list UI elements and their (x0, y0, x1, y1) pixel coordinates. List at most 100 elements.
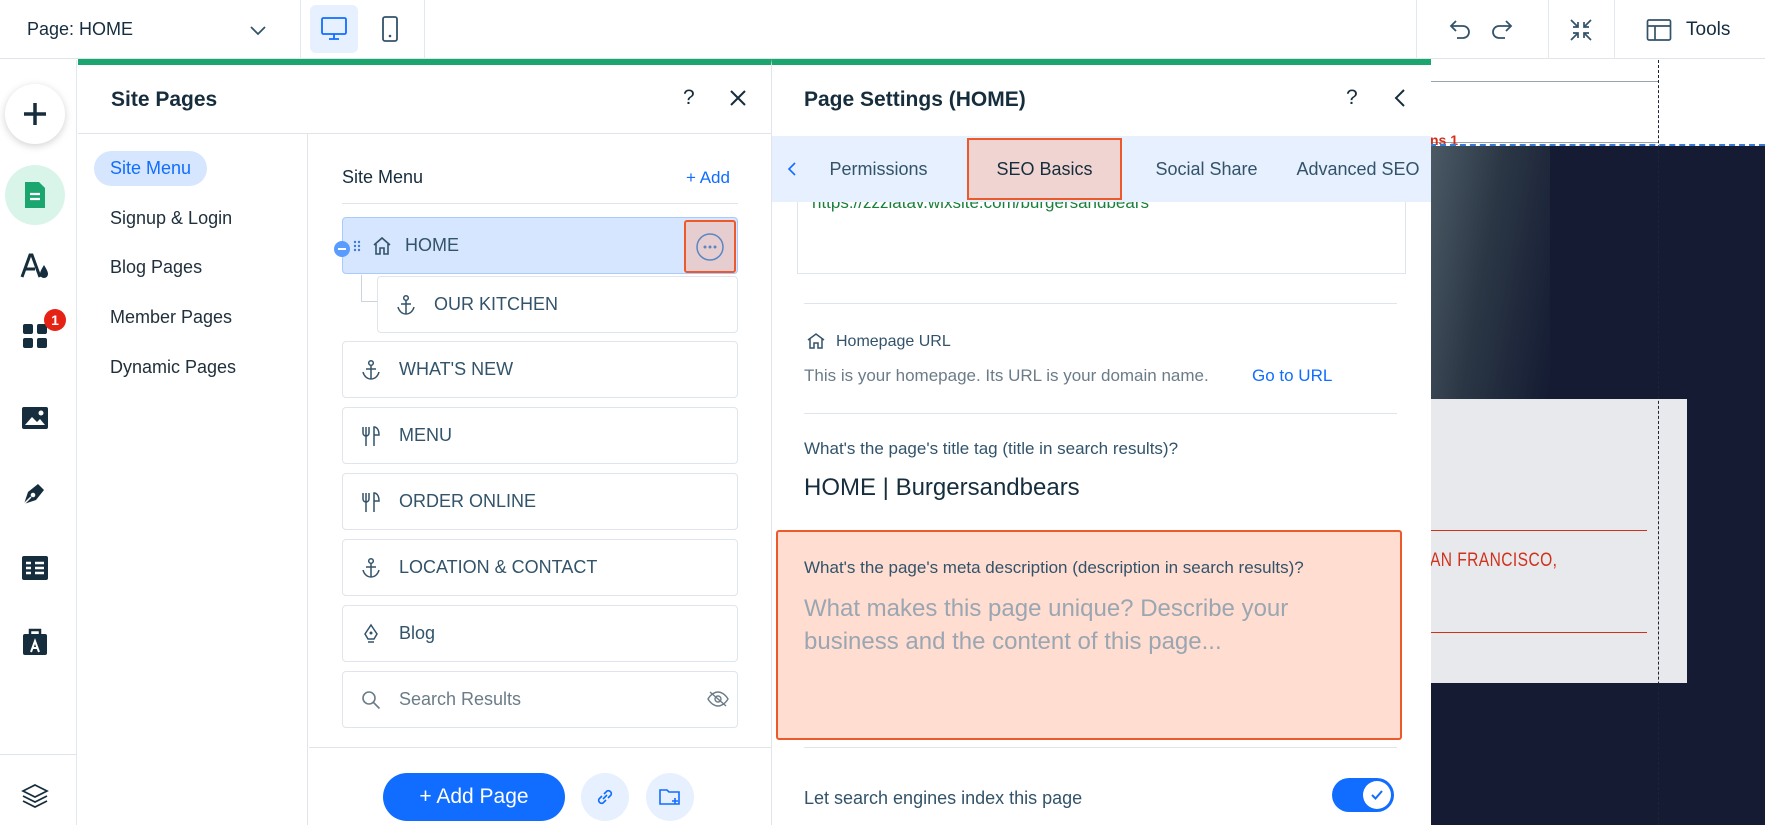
pen-nib-icon (343, 623, 399, 645)
apps-grid-icon (21, 322, 49, 350)
page-item-blog[interactable]: Blog (342, 605, 738, 662)
page-item-label: LOCATION & CONTACT (399, 557, 598, 577)
index-toggle-switch[interactable] (1332, 778, 1394, 812)
page-settings-back-button[interactable] (1390, 87, 1410, 109)
home-icon (806, 332, 826, 350)
divider (804, 747, 1397, 748)
page-settings-panel: Page Settings (HOME) ? Permissions SEO B… (771, 59, 1431, 825)
canvas-rule (1430, 632, 1647, 633)
nav-item-signup-login[interactable]: Signup & Login (94, 201, 248, 236)
add-folder-button[interactable] (646, 773, 694, 821)
left-toolbar: 1 (0, 60, 77, 825)
fork-knife-icon (343, 425, 399, 447)
more-horizontal-icon (695, 232, 725, 262)
meta-description-label: What's the page's meta description (desc… (804, 558, 1304, 577)
nav-item-dynamic-pages[interactable]: Dynamic Pages (94, 350, 252, 385)
media-button[interactable] (5, 388, 65, 448)
canvas-line (1430, 81, 1658, 82)
add-page-label: + Add Page (419, 785, 529, 808)
page-item-search-results[interactable]: Search Results (342, 671, 738, 728)
page-item-label: Search Results (399, 689, 522, 709)
mobile-icon (381, 15, 399, 43)
canvas-header-strip (1430, 60, 1765, 143)
tab-advanced-seo[interactable]: Advanced SEO (1284, 136, 1432, 202)
preview-url: https://zzzlatav.wixsite.com/burgersandb… (812, 202, 1149, 212)
meta-description-field[interactable]: What's the page's meta description (desc… (776, 530, 1402, 740)
page-settings-header: Page Settings (HOME) ? (772, 65, 1432, 134)
canvas-guide-line (1658, 60, 1659, 825)
page-item-label: ORDER ONLINE (399, 491, 537, 511)
nav-item-site-menu[interactable]: Site Menu (94, 151, 208, 186)
add-link-button[interactable] (581, 773, 629, 821)
home-icon (365, 236, 399, 256)
cms-button[interactable] (5, 538, 65, 598)
redo-button[interactable] (1489, 15, 1521, 45)
page-item-location-contact[interactable]: LOCATION & CONTACT (342, 539, 738, 596)
chevron-down-icon (248, 20, 268, 40)
desktop-view-button[interactable] (310, 5, 358, 53)
pages-button[interactable] (5, 165, 65, 225)
search-icon (343, 690, 399, 710)
nav-item-blog-pages[interactable]: Blog Pages (94, 250, 218, 285)
title-tag-input[interactable]: HOME | Burgersandbears (804, 474, 1080, 502)
tab-seo-basics[interactable]: SEO Basics (967, 138, 1122, 200)
toggle-knob (1363, 781, 1391, 809)
tools-icon (1646, 18, 1672, 42)
collapse-arrows-icon (1567, 16, 1597, 44)
layers-button[interactable] (5, 766, 65, 825)
title-tag-label: What's the page's title tag (title in se… (804, 439, 1179, 458)
layers-icon (21, 782, 49, 810)
page-item-menu[interactable]: MENU (342, 407, 738, 464)
page-item-whats-new[interactable]: WHAT'S NEW (342, 341, 738, 398)
site-canvas[interactable]: ns 1 AN FRANCISCO, (1430, 60, 1765, 825)
add-menu-item-button[interactable]: + Add (686, 168, 730, 188)
checkmark-icon (1370, 789, 1384, 801)
page-actions-button[interactable] (684, 220, 736, 273)
image-icon (21, 406, 49, 430)
tab-permissions[interactable]: Permissions (812, 136, 945, 202)
close-icon (728, 88, 748, 108)
apps-button[interactable]: 1 (5, 306, 66, 366)
design-button[interactable] (5, 236, 65, 296)
page-item-label: HOME (405, 235, 459, 255)
homepage-url-text: This is your homepage. Its URL is your d… (804, 366, 1209, 385)
canvas-rule (1430, 530, 1647, 531)
zoom-out-button[interactable] (1567, 16, 1597, 44)
top-toolbar: Page: HOME Tools (0, 0, 1765, 59)
mobile-view-button[interactable] (366, 5, 414, 53)
page-item-home[interactable]: HOME (342, 217, 738, 274)
canvas-text-box (1430, 399, 1687, 683)
page-selector[interactable]: Page: HOME (0, 0, 290, 59)
page-item-order-online[interactable]: ORDER ONLINE (342, 473, 738, 530)
index-toggle-label: Let search engines index this page (804, 788, 1083, 808)
blog-button[interactable] (5, 463, 65, 523)
apps-notification-badge: 1 (44, 309, 66, 331)
tab-social-share[interactable]: Social Share (1129, 136, 1284, 202)
divider (804, 303, 1397, 304)
site-pages-help-button[interactable]: ? (683, 86, 695, 110)
business-button[interactable] (5, 612, 65, 672)
tools-button[interactable]: Tools (1646, 0, 1765, 59)
homepage-url-label: Homepage URL (836, 333, 951, 350)
tabs-scroll-left[interactable] (772, 136, 812, 202)
folder-plus-icon (658, 787, 682, 807)
meta-description-input[interactable]: What makes this page unique? Describe yo… (804, 592, 1344, 658)
divider (804, 413, 1397, 414)
collapse-toggle[interactable] (334, 241, 350, 257)
undo-button[interactable] (1443, 15, 1475, 45)
briefcase-icon (21, 627, 49, 657)
page-item-our-kitchen[interactable]: OUR KITCHEN (377, 276, 738, 333)
add-elements-button[interactable] (5, 84, 65, 144)
nav-item-member-pages[interactable]: Member Pages (94, 300, 248, 335)
site-pages-close-button[interactable] (728, 88, 748, 108)
anchor-icon (378, 294, 434, 316)
page-settings-help-button[interactable]: ? (1346, 86, 1358, 110)
page-settings-title: Page Settings (HOME) (804, 88, 1026, 111)
go-to-url-link[interactable]: Go to URL (1252, 366, 1332, 386)
site-pages-title: Site Pages (111, 88, 218, 111)
plus-icon (21, 100, 49, 128)
drag-handle-icon[interactable] (353, 240, 365, 252)
chevron-left-icon (1390, 87, 1410, 109)
page-selector-prefix: Page: (27, 19, 80, 39)
add-page-button[interactable]: + Add Page (383, 773, 565, 821)
